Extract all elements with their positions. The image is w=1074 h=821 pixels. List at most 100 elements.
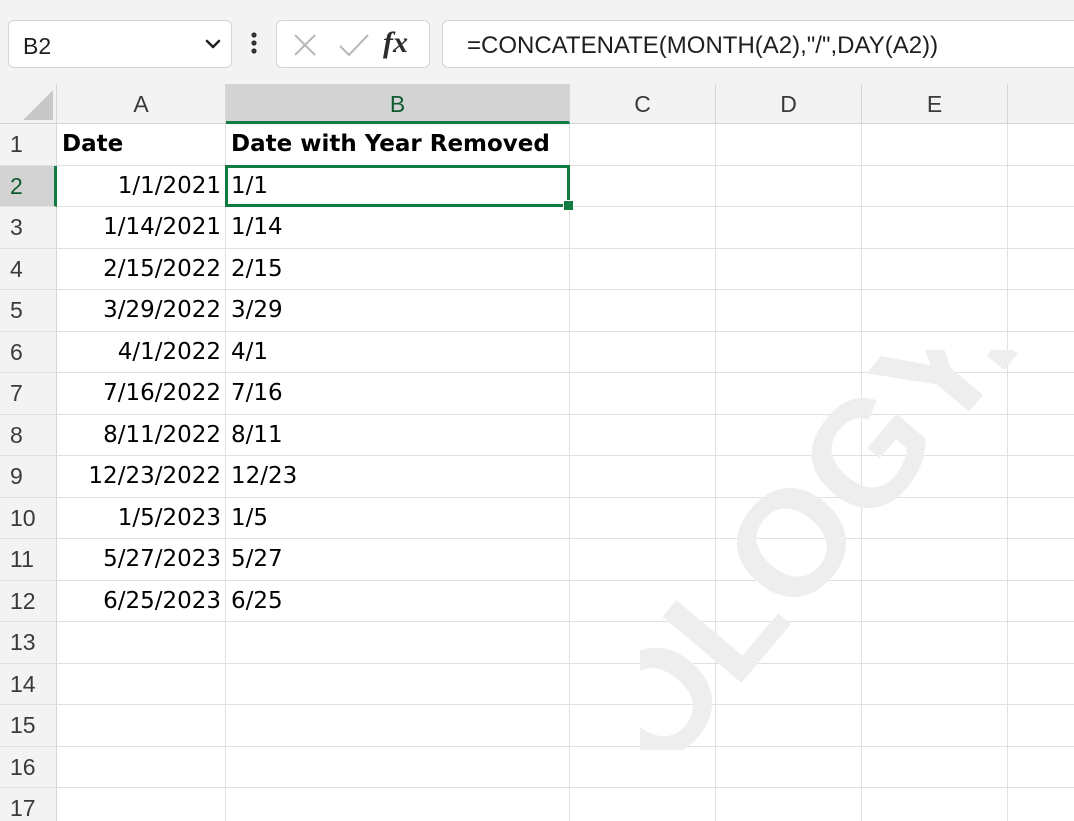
cell-e13[interactable] — [862, 622, 1008, 664]
cell-a13[interactable] — [57, 622, 226, 664]
cell-a15[interactable] — [57, 705, 226, 747]
cell-c16[interactable] — [570, 746, 716, 788]
cell-c10[interactable] — [570, 497, 716, 539]
cell-e1[interactable] — [862, 124, 1008, 166]
cell-c15[interactable] — [570, 705, 716, 747]
cell-b8[interactable]: 8/11 — [226, 414, 570, 456]
cell-a8[interactable]: 8/11/2022 — [57, 414, 226, 456]
select-all-button[interactable] — [0, 84, 57, 124]
cell-d1[interactable] — [716, 124, 862, 166]
chevron-down-icon[interactable] — [205, 37, 221, 51]
cell-d14[interactable] — [716, 663, 862, 705]
cell-d4[interactable] — [716, 248, 862, 290]
cell-d6[interactable] — [716, 331, 862, 373]
cell-e9[interactable] — [862, 456, 1008, 498]
fill-handle[interactable] — [563, 200, 574, 211]
cell-a11[interactable]: 5/27/2023 — [57, 539, 226, 581]
cell-a16[interactable] — [57, 746, 226, 788]
cell-b7[interactable]: 7/16 — [226, 373, 570, 415]
cell-b17[interactable] — [226, 788, 570, 821]
cell-b12[interactable]: 6/25 — [226, 580, 570, 622]
cell-c1[interactable] — [570, 124, 716, 166]
cell-e16[interactable] — [862, 746, 1008, 788]
cell-b6[interactable]: 4/1 — [226, 331, 570, 373]
cell-b14[interactable] — [226, 663, 570, 705]
cell-c17[interactable] — [570, 788, 716, 821]
cell-e17[interactable] — [862, 788, 1008, 821]
cell-d15[interactable] — [716, 705, 862, 747]
row-header-9[interactable]: 9 — [0, 456, 57, 498]
cell-d11[interactable] — [716, 539, 862, 581]
cell-e4[interactable] — [862, 248, 1008, 290]
cell-f5[interactable] — [1008, 290, 1074, 332]
cell-b11[interactable]: 5/27 — [226, 539, 570, 581]
column-header-b[interactable]: B — [226, 84, 570, 124]
cell-a3[interactable]: 1/14/2021 — [57, 207, 226, 249]
cell-f11[interactable] — [1008, 539, 1074, 581]
row-header-15[interactable]: 15 — [0, 705, 57, 747]
cell-b1[interactable]: Date with Year Removed — [226, 124, 570, 166]
more-options-icon[interactable] — [250, 30, 258, 56]
cell-a1[interactable]: Date — [57, 124, 226, 166]
row-header-2[interactable]: 2 — [0, 165, 57, 207]
cell-a5[interactable]: 3/29/2022 — [57, 290, 226, 332]
cell-d17[interactable] — [716, 788, 862, 821]
cell-d8[interactable] — [716, 414, 862, 456]
cell-a4[interactable]: 2/15/2022 — [57, 248, 226, 290]
cell-f8[interactable] — [1008, 415, 1074, 456]
column-header-e[interactable]: E — [862, 84, 1008, 124]
cell-c7[interactable] — [570, 373, 716, 415]
cell-d7[interactable] — [716, 373, 862, 415]
row-header-4[interactable]: 4 — [0, 248, 57, 290]
cell-e3[interactable] — [862, 207, 1008, 249]
checkmark-icon[interactable] — [337, 31, 371, 59]
cell-d5[interactable] — [716, 290, 862, 332]
cell-b15[interactable] — [226, 705, 570, 747]
cell-c12[interactable] — [570, 580, 716, 622]
insert-function-icon[interactable]: fx — [383, 26, 408, 60]
cell-e8[interactable] — [862, 414, 1008, 456]
cell-f17[interactable] — [1008, 788, 1074, 821]
cell-f6[interactable] — [1008, 332, 1074, 373]
cell-f16[interactable] — [1008, 747, 1074, 788]
cell-b2[interactable]: 1/1 — [226, 165, 570, 207]
cell-d9[interactable] — [716, 456, 862, 498]
row-header-13[interactable]: 13 — [0, 622, 57, 664]
cell-d12[interactable] — [716, 580, 862, 622]
cell-b3[interactable]: 1/14 — [226, 207, 570, 249]
row-header-11[interactable]: 11 — [0, 539, 57, 581]
cell-f15[interactable] — [1008, 705, 1074, 747]
cell-f14[interactable] — [1008, 664, 1074, 705]
cell-f3[interactable] — [1008, 207, 1074, 249]
cell-b16[interactable] — [226, 746, 570, 788]
formula-input[interactable]: =CONCATENATE(MONTH(A2),"/",DAY(A2)) — [442, 20, 1074, 68]
cell-c5[interactable] — [570, 290, 716, 332]
cell-b4[interactable]: 2/15 — [226, 248, 570, 290]
cell-f10[interactable] — [1008, 498, 1074, 539]
cell-d3[interactable] — [716, 207, 862, 249]
row-header-16[interactable]: 16 — [0, 746, 57, 788]
cell-e2[interactable] — [862, 165, 1008, 207]
cell-c13[interactable] — [570, 622, 716, 664]
row-header-6[interactable]: 6 — [0, 331, 57, 373]
row-header-5[interactable]: 5 — [0, 290, 57, 332]
cell-b13[interactable] — [226, 622, 570, 664]
row-header-10[interactable]: 10 — [0, 497, 57, 539]
cell-e11[interactable] — [862, 539, 1008, 581]
name-box[interactable]: B2 — [8, 20, 232, 68]
column-header-d[interactable]: D — [716, 84, 862, 124]
cell-a17[interactable] — [57, 788, 226, 821]
cell-c2[interactable] — [570, 165, 716, 207]
cell-e5[interactable] — [862, 290, 1008, 332]
row-header-17[interactable]: 17 — [0, 788, 57, 821]
cell-c9[interactable] — [570, 456, 716, 498]
cell-f2[interactable] — [1008, 166, 1074, 207]
cell-c14[interactable] — [570, 663, 716, 705]
cell-f13[interactable] — [1008, 622, 1074, 664]
cell-f1[interactable] — [1008, 124, 1074, 166]
cell-e7[interactable] — [862, 373, 1008, 415]
cell-e14[interactable] — [862, 663, 1008, 705]
cell-a9[interactable]: 12/23/2022 — [57, 456, 226, 498]
cell-a10[interactable]: 1/5/2023 — [57, 497, 226, 539]
cell-a2[interactable]: 1/1/2021 — [57, 165, 226, 207]
